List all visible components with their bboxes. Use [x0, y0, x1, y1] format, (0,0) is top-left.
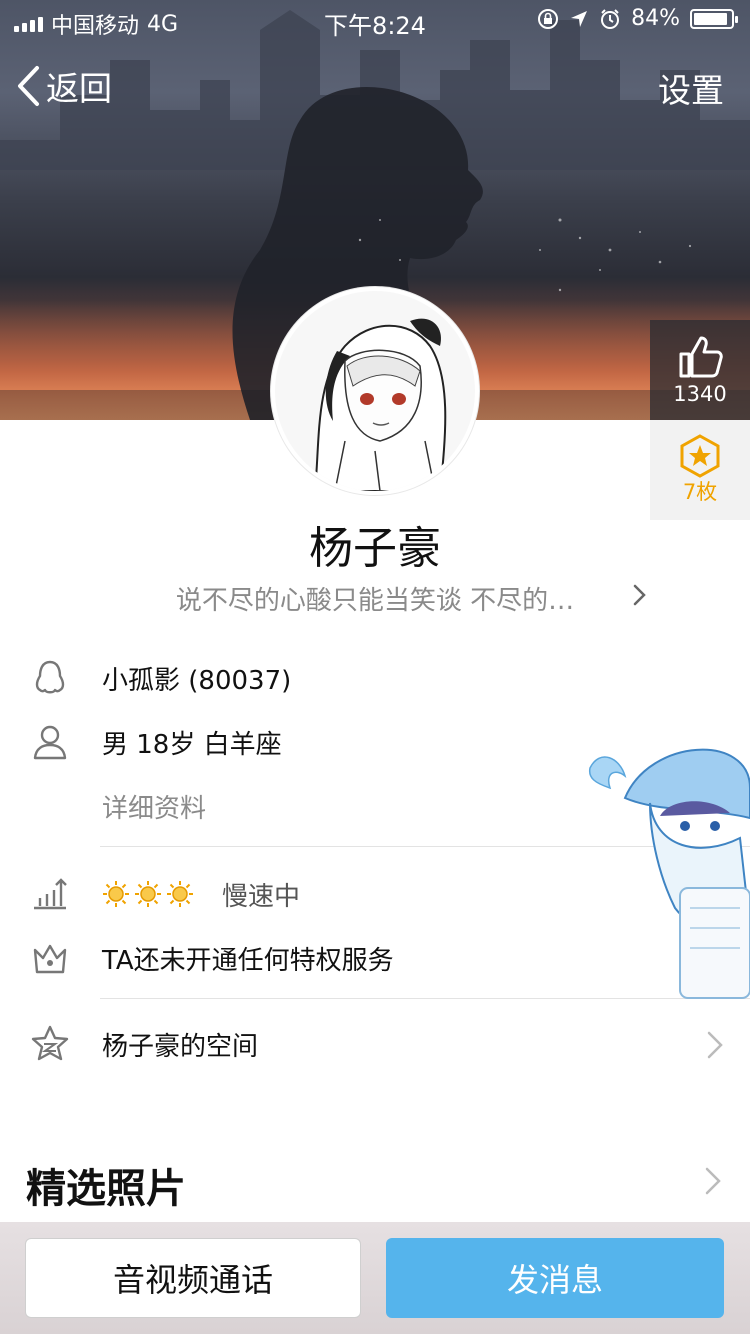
chevron-right-icon	[633, 584, 646, 606]
chevron-left-icon	[18, 66, 39, 106]
signature-link[interactable]: 说不尽的心酸只能当笑谈 不尽的…	[0, 580, 750, 617]
battery-percent: 84%	[631, 6, 680, 31]
bottom-action-bar: 音视频通话 发消息	[0, 1222, 750, 1334]
space-link: 杨子豪的空间	[102, 1031, 259, 1062]
like-button[interactable]: 1340	[650, 320, 750, 420]
section-title-photos[interactable]: 精选照片	[26, 1156, 186, 1214]
medal-count: 7枚	[682, 480, 718, 504]
thumbs-up-icon	[679, 336, 723, 378]
avatar[interactable]	[271, 287, 479, 495]
medal-button[interactable]: 7枚	[650, 420, 750, 520]
back-label: 返回	[46, 69, 112, 108]
sun-icon	[135, 881, 161, 907]
profile-name: 杨子豪	[309, 523, 441, 574]
qzone-star-icon	[31, 1025, 69, 1061]
penguin-icon	[35, 660, 65, 694]
sun-icon	[167, 881, 193, 907]
avatar-illustration	[275, 291, 475, 491]
send-message-button[interactable]: 发消息	[386, 1238, 724, 1318]
video-call-button[interactable]: 音视频通话	[25, 1238, 361, 1318]
privilege-text: TA还未开通任何特权服务	[102, 945, 394, 976]
detail-link[interactable]: 详细资料	[102, 788, 206, 825]
person-icon	[33, 725, 67, 760]
settings-button[interactable]: 设置	[658, 64, 724, 112]
chevron-right-icon	[707, 1031, 723, 1059]
qq-nickname: 小孤影 (80037)	[102, 665, 292, 696]
status-right: 84%	[537, 6, 738, 31]
info-row-qq: 小孤影 (80037)	[0, 656, 750, 700]
mascot-illustration	[588, 748, 750, 999]
status-bar: 中国移动 4G 下午8:24 84%	[0, 0, 750, 40]
basic-info: 男 18岁 白羊座	[102, 729, 282, 760]
sun-icon	[103, 881, 129, 907]
location-icon	[571, 10, 588, 27]
back-button[interactable]: 返回	[16, 62, 112, 110]
alarm-icon	[601, 8, 620, 29]
chevron-right-icon[interactable]	[704, 1166, 722, 1196]
medal-star-icon	[680, 434, 720, 478]
level-suns	[102, 880, 194, 908]
info-row-space[interactable]: 杨子豪的空间	[0, 1022, 750, 1066]
battery-icon	[690, 8, 738, 29]
rotation-lock-icon	[538, 8, 559, 29]
level-chart-icon	[34, 878, 67, 910]
signature-text: 说不尽的心酸只能当笑谈 不尽的…	[175, 586, 575, 616]
level-status: 慢速中	[222, 881, 301, 912]
crown-icon	[33, 944, 67, 974]
like-count: 1340	[673, 382, 727, 406]
